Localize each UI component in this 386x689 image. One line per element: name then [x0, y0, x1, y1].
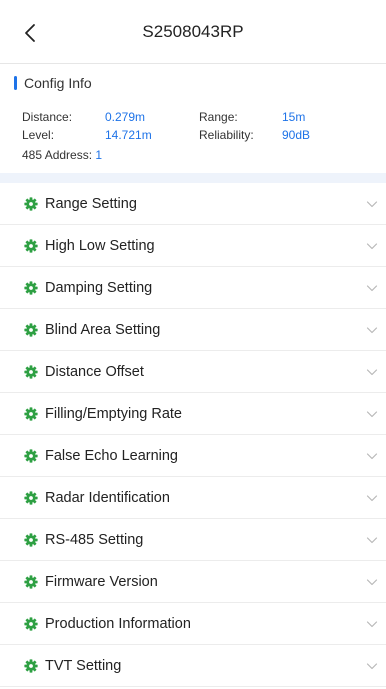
- settings-row-label: Distance Offset: [45, 364, 144, 380]
- chevron-down-icon: [366, 495, 378, 502]
- chevron-down-icon: [366, 663, 378, 670]
- settings-row-label: Filling/Emptying Rate: [45, 406, 182, 422]
- settings-row-label: Range Setting: [45, 196, 137, 212]
- settings-row[interactable]: Production Information: [0, 603, 386, 645]
- level-label: Level:: [22, 128, 55, 142]
- reliability-value-field: 90dB: [282, 127, 310, 143]
- gear-icon: [24, 365, 38, 379]
- gear-icon: [24, 491, 38, 505]
- settings-row[interactable]: Firmware Version: [0, 561, 386, 603]
- chevron-down-icon: [366, 327, 378, 334]
- chevron-down-icon: [366, 201, 378, 208]
- settings-row-label: Blind Area Setting: [45, 322, 161, 338]
- level-field: Level:: [22, 127, 54, 143]
- gear-icon: [24, 617, 38, 631]
- settings-row[interactable]: Range Setting: [0, 183, 386, 225]
- settings-row[interactable]: Damping Setting: [0, 267, 386, 309]
- chevron-down-icon: [366, 369, 378, 376]
- chevron-down-icon: [366, 243, 378, 250]
- chevron-down-icon: [366, 453, 378, 460]
- gear-icon: [24, 533, 38, 547]
- settings-row[interactable]: TVT Setting: [0, 645, 386, 687]
- settings-row-label: High Low Setting: [45, 238, 155, 254]
- distance-field: Distance:: [22, 109, 72, 125]
- settings-row-label: False Echo Learning: [45, 448, 178, 464]
- reliability-value: 90dB: [282, 128, 311, 142]
- range-value-field: 15m: [282, 109, 305, 125]
- section-divider-band: [0, 173, 386, 183]
- settings-list: Range Setting High Low Setting Damping S…: [0, 183, 386, 687]
- config-accent-bar: [14, 76, 17, 90]
- gear-icon: [24, 323, 38, 337]
- gear-icon: [24, 575, 38, 589]
- distance-value-field: 0.279m: [105, 109, 145, 125]
- address-value: 1: [95, 148, 103, 162]
- reliability-label: Reliability:: [199, 128, 254, 142]
- header-bar: S2508043RP: [0, 0, 386, 64]
- gear-icon: [24, 239, 38, 253]
- range-value: 15m: [282, 110, 306, 124]
- settings-row-label: RS-485 Setting: [45, 532, 144, 548]
- config-title-row: Config Info: [14, 72, 92, 94]
- gear-icon: [24, 659, 38, 673]
- chevron-down-icon: [366, 537, 378, 544]
- chevron-down-icon: [366, 621, 378, 628]
- distance-label: Distance:: [22, 110, 73, 124]
- settings-row[interactable]: Distance Offset: [0, 351, 386, 393]
- level-value-field: 14.721m: [105, 127, 152, 143]
- address-field: 485 Address: 1: [22, 147, 102, 163]
- range-field: Range:: [199, 109, 238, 125]
- address-label: 485 Address:: [22, 148, 93, 162]
- gear-icon: [24, 197, 38, 211]
- range-label: Range:: [199, 110, 238, 124]
- config-title: Config Info: [24, 75, 92, 91]
- settings-row[interactable]: Filling/Emptying Rate: [0, 393, 386, 435]
- settings-row-label: Production Information: [45, 616, 191, 632]
- chevron-down-icon: [366, 579, 378, 586]
- chevron-down-icon: [366, 285, 378, 292]
- settings-row[interactable]: False Echo Learning: [0, 435, 386, 477]
- gear-icon: [24, 449, 38, 463]
- settings-row-label: Firmware Version: [45, 574, 158, 590]
- settings-row[interactable]: Blind Area Setting: [0, 309, 386, 351]
- reliability-field: Reliability:: [199, 127, 254, 143]
- settings-row[interactable]: RS-485 Setting: [0, 519, 386, 561]
- settings-row[interactable]: Radar Identification: [0, 477, 386, 519]
- page-title: S2508043RP: [142, 22, 244, 41]
- settings-row[interactable]: High Low Setting: [0, 225, 386, 267]
- settings-row-label: Damping Setting: [45, 280, 153, 296]
- gear-icon: [24, 407, 38, 421]
- level-value: 14.721m: [105, 128, 152, 142]
- distance-value: 0.279m: [105, 110, 146, 124]
- settings-row-label: TVT Setting: [45, 658, 122, 674]
- gear-icon: [24, 281, 38, 295]
- chevron-down-icon: [366, 411, 378, 418]
- config-info-panel: Config Info Distance: 0.279m Range: 15m …: [0, 64, 386, 173]
- settings-row-label: Radar Identification: [45, 490, 170, 506]
